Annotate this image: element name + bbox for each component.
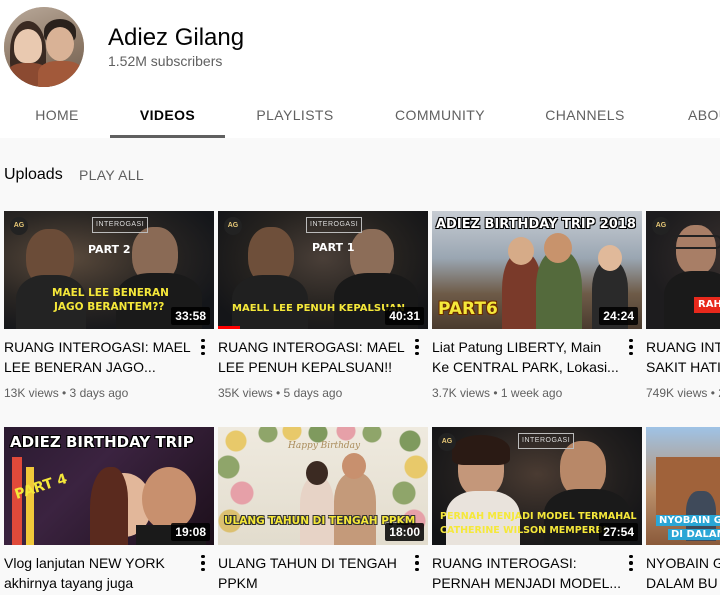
video-title[interactable]: RUANG INTEROGASI: SAKIT HATI... (646, 337, 720, 377)
watch-progress-bar (218, 326, 240, 329)
channel-logo-icon: AG (438, 433, 456, 451)
kebab-menu-icon[interactable] (410, 554, 424, 572)
kebab-menu-icon[interactable] (410, 338, 424, 356)
thumb-caption: NYOBAIN GL (656, 515, 720, 526)
kebab-menu-icon[interactable] (196, 554, 210, 572)
video-meta: 13K views • 3 days ago (4, 386, 129, 400)
video-title-line: LEE BENERAN JAGO... (4, 359, 156, 375)
interogasi-logo: INTEROGASI (306, 217, 363, 233)
channel-logo-icon: AG (10, 217, 28, 235)
video-duration: 27:54 (599, 523, 638, 541)
thumb-caption: ADIEZ BIRTHDAY TRIP 2018 (436, 217, 636, 232)
video-title-line: RUANG INTEROGASI: (432, 555, 577, 571)
video-title-line: RUANG INTEROGASI: MAEL (4, 339, 191, 355)
video-thumbnail[interactable]: AG INTEROGASI PERNAH MENJADI MODEL TERMA… (432, 427, 642, 545)
thumb-caption: MAEL LEE BENERAN (52, 287, 169, 299)
video-title-line: RUANG INTEROGASI: MAEL (218, 339, 405, 355)
thumb-tag: PART 1 (312, 241, 355, 254)
channel-logo-icon: AG (652, 217, 670, 235)
thumb-caption: DI DALAM B (668, 529, 720, 540)
interogasi-logo: INTEROGASI (518, 433, 575, 449)
video-title-line: LEE PENUH KEPALSUAN!! (218, 359, 393, 375)
thumb-tag: PART6 (438, 299, 498, 319)
video-title-line: NYOBAIN GL (646, 555, 720, 571)
video-thumbnail[interactable]: AG INTEROGASI PART 2 MAEL LEE BENERAN JA… (4, 211, 214, 329)
video-title[interactable]: RUANG INTEROGASI: MAEL LEE PENUH KEPALSU… (218, 337, 408, 377)
video-title[interactable]: NYOBAIN GL DALAM BU (646, 553, 720, 593)
video-duration: 24:24 (599, 307, 638, 325)
video-title[interactable]: Vlog lanjutan NEW YORK akhirnya tayang j… (4, 553, 194, 593)
video-thumbnail[interactable]: Happy Birthday ULANG TAHUN DI TENGAH PPK… (218, 427, 428, 545)
video-meta: 749K views • 2 weeks ago (646, 386, 720, 400)
video-card[interactable]: NYOBAIN GL DI DALAM B NYOBAIN GL DALAM B… (646, 427, 720, 595)
video-thumbnail[interactable]: AG INTEROGASI PART 1 MAELL LEE PENUH KEP… (218, 211, 428, 329)
video-duration: 40:31 (385, 307, 424, 325)
channel-logo-icon: AG (224, 217, 242, 235)
video-title-line: DALAM BU (646, 575, 718, 591)
video-title-line: PERNAH MENJADI MODEL... (432, 575, 622, 591)
thumb-caption: RAH (698, 299, 720, 310)
video-duration: 33:58 (171, 307, 210, 325)
video-thumbnail[interactable]: AG RAH (646, 211, 720, 329)
interogasi-logo: INTEROGASI (92, 217, 149, 233)
video-title[interactable]: RUANG INTEROGASI: PERNAH MENJADI MODEL..… (432, 553, 622, 593)
thumb-caption: CATHERINE WILSON MEMPERBI (440, 525, 607, 536)
video-meta: 3.7K views • 1 week ago (432, 386, 563, 400)
video-title[interactable]: RUANG INTEROGASI: MAEL LEE BENERAN JAGO.… (4, 337, 194, 377)
video-title[interactable]: Liat Patung LIBERTY, Main Ke CENTRAL PAR… (432, 337, 622, 377)
thumb-tag: PART 2 (88, 243, 131, 256)
video-thumbnail[interactable]: ADIEZ BIRTHDAY TRIP PART 4 19:08 (4, 427, 214, 545)
video-title-line: akhirnya tayang juga (4, 575, 134, 591)
video-title-line: ULANG TAHUN DI TENGAH (218, 555, 397, 571)
video-title[interactable]: ULANG TAHUN DI TENGAH PPKM (218, 553, 408, 593)
video-thumbnail[interactable]: ADIEZ BIRTHDAY TRIP 2018 PART6 24:24 (432, 211, 642, 329)
video-title-line: Vlog lanjutan NEW YORK (4, 555, 165, 571)
video-title-line: SAKIT HATI... (646, 359, 720, 375)
kebab-menu-icon[interactable] (624, 554, 638, 572)
video-title-line: Ke CENTRAL PARK, Lokasi... (432, 359, 619, 375)
kebab-menu-icon[interactable] (624, 338, 638, 356)
video-meta: 35K views • 5 days ago (218, 386, 343, 400)
video-grid: AG INTEROGASI PART 2 MAEL LEE BENERAN JA… (0, 0, 720, 595)
thumb-caption: JAGO BERANTEM?? (54, 301, 165, 313)
video-thumbnail[interactable]: NYOBAIN GL DI DALAM B (646, 427, 720, 545)
video-duration: 19:08 (171, 523, 210, 541)
video-title-line: RUANG INTEROGASI: (646, 339, 720, 355)
thumb-caption: ADIEZ BIRTHDAY TRIP (10, 433, 194, 451)
kebab-menu-icon[interactable] (196, 338, 210, 356)
thumb-caption: MAELL LEE PENUH KEPALSUAN (232, 303, 405, 314)
thumb-caption: PERNAH MENJADI MODEL TERMAHAL (440, 511, 637, 522)
video-duration: 18:00 (385, 523, 424, 541)
video-card[interactable]: AG RAH RUANG INTEROGASI: SAKIT HATI... 7… (646, 211, 720, 401)
video-title-line: Liat Patung LIBERTY, Main (432, 339, 602, 355)
video-title-line: PPKM (218, 575, 258, 591)
